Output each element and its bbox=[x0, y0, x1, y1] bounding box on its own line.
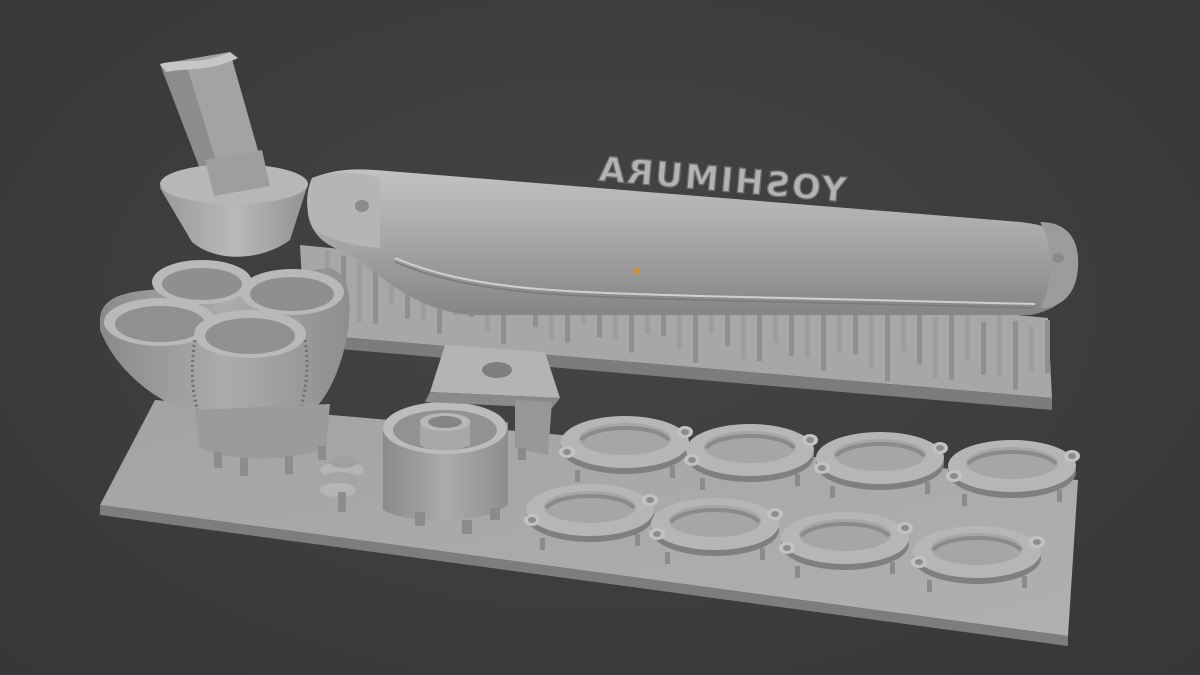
support-pillar bbox=[1013, 320, 1018, 390]
support-pillar bbox=[885, 312, 890, 382]
intake-tube bbox=[160, 52, 308, 257]
gasket-ring bbox=[779, 512, 913, 578]
support-pillar bbox=[933, 317, 938, 379]
support-pillar bbox=[965, 316, 970, 362]
gasket-ring bbox=[814, 432, 948, 498]
support-pillar bbox=[981, 321, 986, 375]
origin-marker bbox=[633, 268, 639, 274]
support-pillar bbox=[357, 261, 362, 323]
support-pillar bbox=[949, 310, 954, 380]
gasket-ring bbox=[684, 424, 818, 490]
support-pillar bbox=[997, 315, 1002, 377]
support-pillar bbox=[1029, 326, 1034, 372]
scene-render: YOSHIMURA bbox=[100, 52, 1080, 646]
gasket-ring bbox=[649, 498, 783, 564]
support-pillar bbox=[1045, 320, 1050, 373]
gasket-ring bbox=[559, 416, 693, 482]
support-pillar bbox=[917, 311, 922, 365]
3d-viewport[interactable]: YOSHIMURA bbox=[0, 0, 1200, 675]
gasket-ring bbox=[946, 440, 1080, 506]
gasket-ring bbox=[524, 484, 658, 550]
support-pillar bbox=[869, 306, 874, 368]
gasket-ring bbox=[911, 526, 1045, 592]
muffler: YOSHIMURA bbox=[307, 149, 1079, 315]
